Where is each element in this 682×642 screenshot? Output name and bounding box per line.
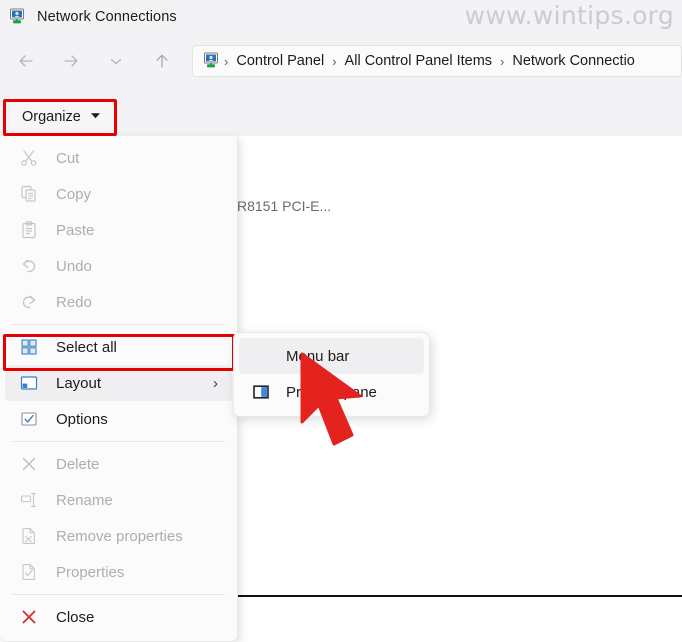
layout-submenu: Menu bar Preview pane [233,332,430,417]
menu-item-label: Close [56,608,95,626]
remove-properties-icon [18,525,40,547]
chevron-down-icon[interactable] [100,45,132,77]
breadcrumb-network-connections[interactable]: Network Connectio [508,53,639,69]
network-adapter-label: R8151 PCI-E... [237,198,332,214]
menu-separator [12,324,225,325]
menu-item-rename[interactable]: Rename [5,482,232,518]
menu-item-delete[interactable]: Delete [5,446,232,482]
breadcrumb-control-panel[interactable]: Control Panel [232,53,328,69]
arrow-right-icon[interactable] [55,45,87,77]
menu-item-label: Delete [56,455,100,473]
breadcrumb-separator: › [500,53,505,69]
layout-pane-icon [18,372,40,394]
menu-separator [12,594,225,595]
redo-arrow-icon [18,291,40,313]
menu-item-close[interactable]: Close [5,599,232,635]
network-connections-icon [8,7,28,27]
menu-item-remove-properties[interactable]: Remove properties [5,518,232,554]
breadcrumb-all-control-panel-items[interactable]: All Control Panel Items [341,53,496,69]
window-title: Network Connections [37,8,177,25]
menu-item-label: Properties [56,563,125,581]
menu-item-cut[interactable]: Cut [5,140,232,176]
submenu-item-preview-pane[interactable]: Preview pane [239,374,424,410]
menu-item-select-all[interactable]: Select all [5,329,232,365]
menu-item-label: Options [56,410,108,428]
organize-button[interactable]: Organize [10,103,113,131]
preview-pane-icon [250,381,272,403]
menu-item-label: Cut [56,149,80,167]
copy-icon [18,183,40,205]
chevron-down-icon [90,109,101,125]
menu-item-layout[interactable]: Layout › [5,365,232,401]
arrow-up-icon[interactable] [146,45,178,77]
menu-separator [12,441,225,442]
navigation-bar: › Control Panel › All Control Panel Item… [0,33,682,89]
menu-item-redo[interactable]: Redo [5,284,232,320]
menu-item-properties[interactable]: Properties [5,554,232,590]
clipboard-icon [18,219,40,241]
menu-item-label: Undo [56,257,92,275]
properties-icon [18,561,40,583]
menu-item-label: Layout [56,374,102,392]
menu-item-undo[interactable]: Undo [5,248,232,284]
options-checkbox-icon [18,408,40,430]
chevron-right-icon: › [213,374,218,392]
close-x-red-icon [18,606,40,628]
submenu-item-menu-bar[interactable]: Menu bar [239,338,424,374]
menu-item-label: Copy [56,185,92,203]
menu-item-label: Rename [56,491,113,509]
menu-item-options[interactable]: Options [5,401,232,437]
breadcrumb-separator: › [332,53,337,69]
submenu-item-label: Menu bar [286,347,350,365]
scissors-icon [18,147,40,169]
title-bar: Network Connections [0,0,682,33]
menu-bar-icon [250,345,272,367]
file-explorer-window: Network Connections www.wintips.org › Co… [0,0,682,642]
arrow-left-icon[interactable] [10,45,42,77]
organize-button-label: Organize [22,109,81,125]
rename-icon [18,489,40,511]
breadcrumb-separator: › [224,53,229,69]
menu-item-label: Redo [56,293,92,311]
address-bar[interactable]: › Control Panel › All Control Panel Item… [192,45,682,77]
menu-item-label: Remove properties [56,527,183,545]
menu-item-paste[interactable]: Paste [5,212,232,248]
delete-x-icon [18,453,40,475]
menu-item-copy[interactable]: Copy [5,176,232,212]
submenu-item-label: Preview pane [286,383,377,401]
network-connections-icon [202,51,222,71]
undo-arrow-icon [18,255,40,277]
organize-dropdown-menu: Cut Copy Paste Undo Redo Select all Layo… [0,136,238,642]
menu-item-label: Select all [56,338,117,356]
select-all-grid-icon [18,336,40,358]
menu-item-label: Paste [56,221,95,239]
